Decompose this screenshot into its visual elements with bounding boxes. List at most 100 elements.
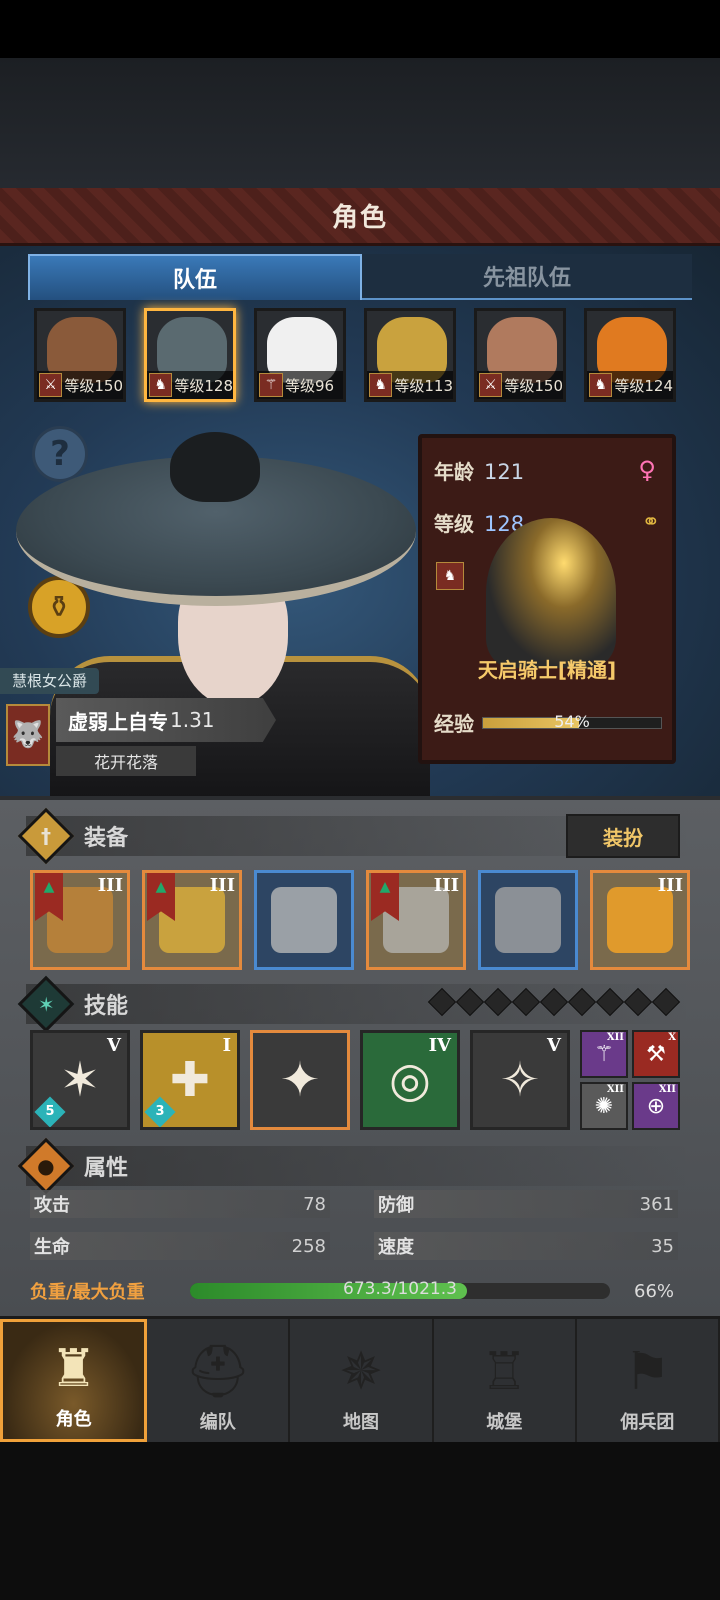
passive-skill-tier: XII (606, 1084, 624, 1095)
horse-icon: ♞ (149, 373, 173, 397)
passive-skill-slot[interactable]: ✺ XII (580, 1082, 628, 1130)
member-level: ⚔ 等级150 (477, 371, 563, 399)
equipment-slot[interactable]: ▲ III (366, 870, 466, 970)
title-banner: 角色 (0, 188, 720, 246)
passive-skill-icon: ⊕ (646, 1093, 666, 1119)
weight-bar: 673.3/1021.3 (190, 1279, 610, 1299)
level-label: 等级 (434, 512, 474, 536)
member-level: ♞ 等级128 (147, 371, 233, 399)
exp-percent: 54% (554, 711, 590, 731)
age-label: 年龄 (434, 460, 474, 484)
nav-item[interactable]: ⚑ 佣兵团 (577, 1319, 720, 1442)
equipment-slot[interactable]: ▲ III (30, 870, 130, 970)
compass-icon: ✵ (339, 1342, 383, 1402)
castle-icon: ♖ (480, 1342, 528, 1402)
stat-value: 35 (651, 1235, 674, 1257)
equipment-slot[interactable] (478, 870, 578, 970)
equipment-slot[interactable]: III (590, 870, 690, 970)
equipment-tier: III (209, 875, 235, 896)
person-icon: ● (17, 1137, 75, 1195)
nav-label: 角色 (55, 1409, 92, 1430)
skill-glyph-icon: ◎ (389, 1052, 431, 1108)
tab-team[interactable]: 队伍 (28, 254, 362, 300)
passive-skill-slot[interactable]: ⊕ XII (632, 1082, 680, 1130)
subtrait-badge[interactable]: 花开花落 (56, 746, 196, 776)
info-card: 年龄 121 ♀ 等级 128 ⚭ ♞ 天启骑士[精通] 经验 54% (418, 434, 676, 764)
sword-icon: ⚔ (479, 373, 503, 397)
character-title-tag: 慧根女公爵 (0, 668, 100, 694)
passive-skill-tier: XII (606, 1032, 624, 1043)
trait-value: 1.31 (170, 708, 215, 732)
stat-value: 258 (291, 1235, 326, 1257)
roster-member[interactable]: ⚔ 等级150 (474, 308, 566, 402)
skill-glyph-icon: ✚ (169, 1052, 211, 1108)
dress-up-button[interactable]: 装扮 (566, 814, 680, 858)
stat-label: 生命 (34, 1237, 70, 1258)
passive-skill-tier: X (668, 1032, 676, 1043)
staff-icon: ⚚ (259, 373, 283, 397)
member-level: ⚚ 等级96 (257, 371, 343, 399)
class-name: 天启骑士[精通] (477, 658, 617, 682)
passive-skill-slot[interactable]: ⚒ X (632, 1030, 680, 1078)
skill-slot[interactable]: ✚ I 3 (140, 1030, 240, 1130)
roster-member[interactable]: ⚚ 等级96 (254, 308, 346, 402)
equipment-slot[interactable] (254, 870, 354, 970)
member-level-text: 等级128 (174, 376, 233, 395)
knight-icon: ♜ (50, 1339, 97, 1399)
skill-point-diamond (483, 987, 513, 1017)
equipment-art (271, 887, 337, 953)
passive-skill-slot[interactable]: ⚚ XII (580, 1030, 628, 1078)
member-level: ♞ 等级113 (367, 371, 453, 399)
skill-slot[interactable]: ✧ V (470, 1030, 570, 1130)
roster-member[interactable]: ♞ 等级124 (584, 308, 676, 402)
passive-skill-tier: XII (658, 1084, 676, 1095)
trait-badge[interactable]: 虚弱上自专 1.31 (56, 698, 276, 742)
roster-member[interactable]: ♞ 等级128 (144, 308, 236, 402)
roster-member[interactable]: ⚔ 等级150 (34, 308, 126, 402)
weight-row: 负重/最大负重 673.3/1021.3 66% (30, 1276, 690, 1306)
weight-label: 负重/最大负重 (30, 1282, 145, 1303)
nav-item[interactable]: ✵ 地图 (290, 1319, 434, 1442)
bottom-nav: ♜ 角色 ⛑ 编队 ✵ 地图 ♖ 城堡 ⚑ 佣兵团 (0, 1316, 720, 1442)
skill-count-badge: 3 (144, 1096, 176, 1127)
skill-point-diamond (595, 987, 625, 1017)
skill-tier: IV (428, 1035, 451, 1056)
exp-bar: 54% (482, 712, 662, 731)
nav-item[interactable]: ♖ 城堡 (434, 1319, 577, 1442)
status-bar (0, 0, 720, 58)
skill-slot[interactable]: ✦ (250, 1030, 350, 1130)
skills-title: 技能 (84, 994, 129, 1019)
horse-class-icon: ♞ (436, 562, 464, 590)
horse-icon: ♞ (589, 373, 613, 397)
stat-value: 361 (639, 1193, 674, 1215)
passive-skill-icon: ✺ (594, 1093, 614, 1119)
exp-row: 经验 54% (434, 708, 662, 737)
skill-count: 5 (45, 1104, 55, 1119)
details-panel: † 装备 装扮 ▲ III ▲ III ▲ III III ✶ 技能 ✶ V 5 ✚ I 3 ✦ ◎ IV ✧… (0, 796, 720, 1316)
skill-point-slots (427, 987, 681, 1017)
age-value: 121 (484, 460, 525, 484)
female-gender-icon: ♀ (638, 456, 656, 484)
skill-slot[interactable]: ◎ IV (360, 1030, 460, 1130)
nav-item[interactable]: ♜ 角色 (0, 1319, 148, 1442)
star-icon: ✶ (17, 975, 75, 1033)
ring-icon[interactable]: ⚭ (642, 510, 660, 535)
equipment-slot[interactable]: ▲ III (142, 870, 242, 970)
nav-label: 编队 (199, 1412, 236, 1433)
skill-point-diamond (511, 987, 541, 1017)
skill-point-diamond (427, 987, 457, 1017)
member-level-text: 等级124 (614, 376, 673, 395)
equipment-slots: ▲ III ▲ III ▲ III III (30, 870, 690, 970)
weight-text: 673.3/1021.3 (343, 1279, 457, 1299)
exp-label: 经验 (434, 712, 474, 736)
skill-tier: V (547, 1035, 561, 1056)
nav-item[interactable]: ⛑ 编队 (147, 1319, 291, 1442)
skill-slot[interactable]: ✶ V 5 (30, 1030, 130, 1130)
skill-tier: I (222, 1035, 231, 1056)
member-level-text: 等级150 (64, 376, 123, 395)
skill-slots: ✶ V 5 ✚ I 3 ✦ ◎ IV ✧ V ⚚ XII ⚒ X ✺ XII ⊕ XII (30, 1030, 690, 1130)
roster-member[interactable]: ♞ 等级113 (364, 308, 456, 402)
tab-ancestor-team[interactable]: 先祖队伍 (362, 254, 692, 300)
attributes-header: ● 属性 (17, 1137, 692, 1195)
bottom-bar (0, 1442, 720, 1600)
